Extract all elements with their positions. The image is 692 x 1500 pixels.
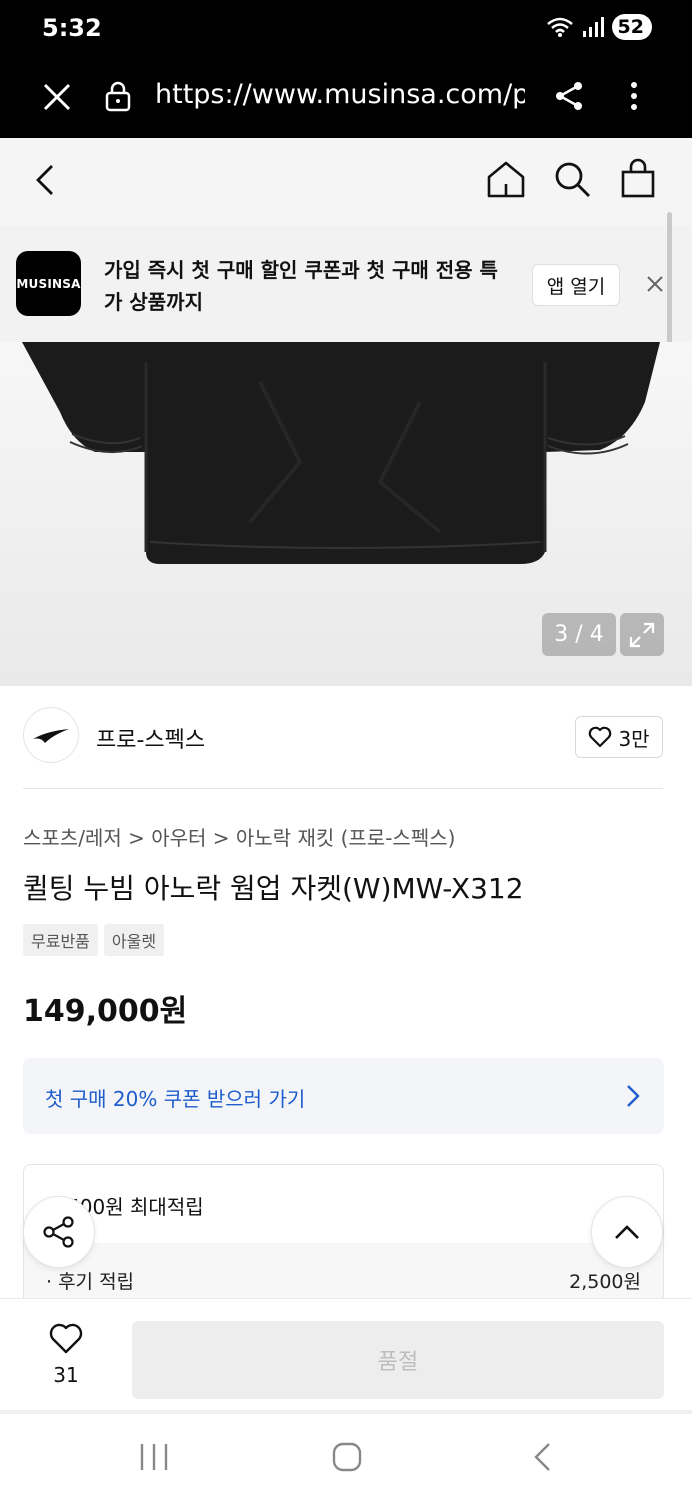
bag-icon[interactable] <box>620 158 656 198</box>
home-icon[interactable] <box>486 160 526 198</box>
category-breadcrumb[interactable]: 스포츠/레저 > 아우터 > 아노락 재킷 (프로-스펙스) <box>23 822 455 851</box>
wish-count: 31 <box>53 1363 79 1387</box>
brand-like-button[interactable]: 3만 <box>575 716 663 758</box>
nav-back-icon[interactable] <box>532 1442 552 1472</box>
signal-icon <box>582 17 604 37</box>
expand-button[interactable] <box>620 613 664 656</box>
browser-toolbar: https://www.musinsa.com/pr <box>0 56 692 138</box>
product-price: 149,000원 <box>23 994 188 1029</box>
wish-button[interactable]: 31 <box>36 1323 96 1387</box>
status-icons: 52 <box>546 14 652 40</box>
share-floating-button[interactable] <box>23 1196 95 1268</box>
banner-message: 가입 즉시 첫 구매 할인 쿠폰과 첫 구매 전용 특가 상품까지 <box>104 258 498 314</box>
battery-indicator: 52 <box>611 14 652 40</box>
brand-logo[interactable] <box>23 707 79 763</box>
share-icon[interactable] <box>554 80 586 112</box>
divider <box>23 788 663 789</box>
chevron-up-icon <box>615 1225 639 1239</box>
logo-text: MUSINSA <box>16 276 81 291</box>
coupon-text: 첫 구매 20% 쿠폰 받으러 가기 <box>45 1087 306 1111</box>
open-app-button[interactable]: 앱 열기 <box>532 264 620 306</box>
system-nav-bar <box>0 1410 692 1500</box>
share-icon <box>43 1216 74 1248</box>
expand-icon <box>629 622 655 647</box>
image-counter: 3 / 4 <box>542 613 616 656</box>
banner-close-icon[interactable] <box>645 274 665 294</box>
product-image-gallery[interactable]: 3 / 4 <box>0 342 692 686</box>
wifi-icon <box>546 17 573 37</box>
product-title: 퀼팅 누빔 아노락 웜업 자켓(W)MW-X312 <box>23 872 524 905</box>
battery-level: 52 <box>617 16 644 38</box>
musinsa-logo: MUSINSA <box>16 251 81 316</box>
heart-icon <box>589 726 612 748</box>
url-field[interactable]: https://www.musinsa.com/pr <box>155 79 525 110</box>
buy-button[interactable]: 품절 <box>132 1321 664 1399</box>
lock-icon <box>105 81 131 112</box>
tag-free-return: 무료반품 <box>23 924 98 956</box>
points-card: 2,500원 최대적립 · 후기 적립 2,500원 <box>23 1164 664 1315</box>
app-download-banner: MUSINSA 가입 즉시 첫 구매 할인 쿠폰과 첫 구매 전용 특가 상품까… <box>0 226 692 342</box>
search-icon[interactable] <box>553 160 591 198</box>
brand-like-count: 3만 <box>618 726 650 751</box>
recent-apps-icon[interactable] <box>138 1442 170 1472</box>
tag-outlet: 아울렛 <box>103 924 165 956</box>
product-tags: 무료반품 아울렛 <box>23 924 165 956</box>
brand-name[interactable]: 프로-스펙스 <box>96 722 205 754</box>
home-button-icon[interactable] <box>332 1442 362 1472</box>
coupon-banner[interactable]: 첫 구매 20% 쿠폰 받으러 가기 <box>23 1058 664 1134</box>
scrollbar[interactable] <box>667 212 672 362</box>
scroll-top-button[interactable] <box>591 1196 663 1268</box>
status-bar: 5:32 52 <box>0 0 692 56</box>
back-icon[interactable] <box>34 164 56 196</box>
status-time: 5:32 <box>42 14 102 42</box>
more-icon[interactable] <box>628 80 640 112</box>
brand-mark-icon <box>33 729 69 743</box>
close-icon[interactable] <box>42 82 72 112</box>
site-header <box>0 138 692 226</box>
purchase-bar: 31 품절 <box>0 1298 692 1410</box>
review-points-value: 2,500원 <box>569 1271 641 1293</box>
heart-icon <box>49 1323 83 1354</box>
review-points-label: · 후기 적립 <box>46 1271 135 1293</box>
chevron-right-icon <box>627 1085 640 1107</box>
